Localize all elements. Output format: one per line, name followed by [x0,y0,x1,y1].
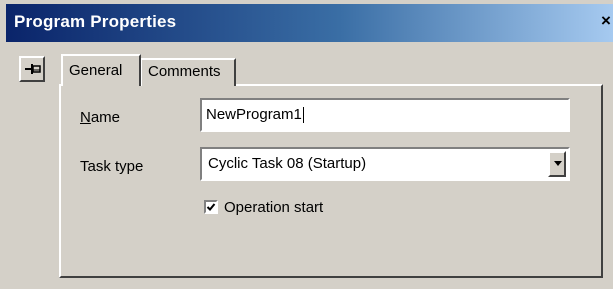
name-label: Name [80,109,121,126]
window-title: Program Properties [14,12,177,31]
task-type-label: Task type [80,158,144,175]
check-icon [206,203,216,211]
tab-general[interactable]: General [61,54,141,86]
name-field-value: NewProgram1 [206,106,302,123]
task-type-value: Cyclic Task 08 (Startup) [208,155,367,172]
close-icon[interactable]: × [601,10,613,32]
tab-comments[interactable]: Comments [140,58,236,86]
name-field[interactable]: NewProgram1 [200,98,570,132]
tab-comments-label: Comments [148,63,221,80]
pin-icon [25,64,41,74]
program-properties-dialog: Program Properties × General Comments Na… [0,0,613,289]
operation-start-checkbox[interactable] [204,200,218,214]
pin-button[interactable] [19,56,45,82]
text-caret [302,107,304,124]
task-type-select[interactable]: Cyclic Task 08 (Startup) [200,147,570,181]
chevron-down-icon [554,161,562,166]
operation-start-label[interactable]: Operation start [224,199,323,216]
title-bar[interactable]: Program Properties × [6,4,613,42]
tab-general-label: General [69,62,123,79]
task-type-dropdown-button[interactable] [548,151,566,177]
